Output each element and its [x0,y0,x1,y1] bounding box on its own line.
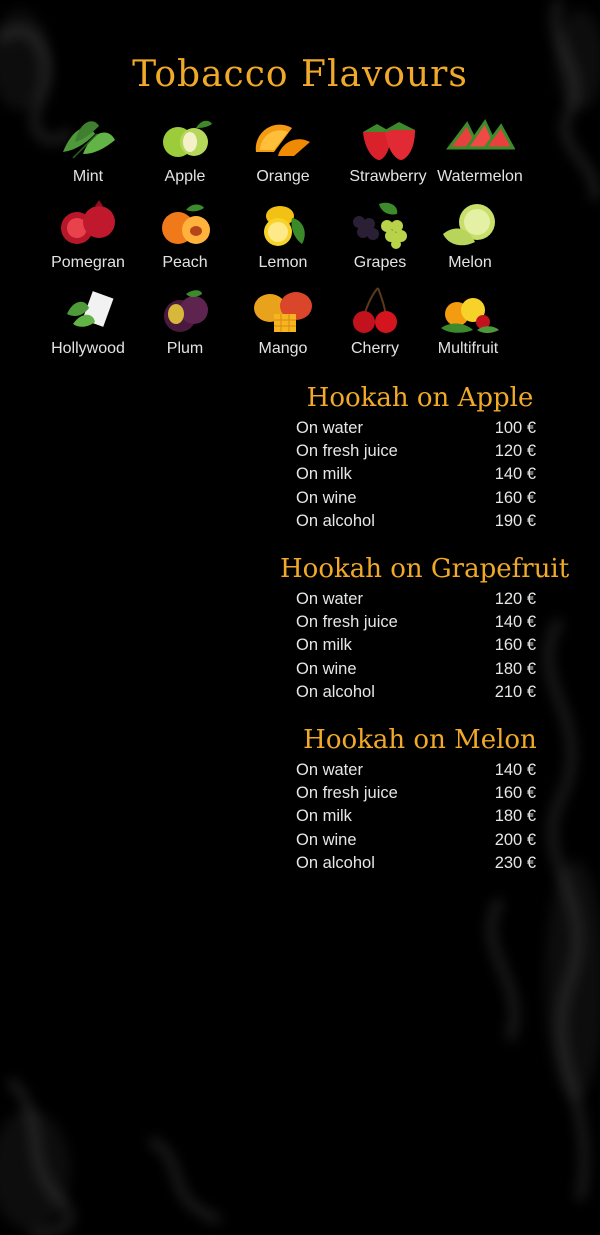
mint-icon [63,121,115,159]
flavour-item-mint: Mint [35,112,141,186]
lemon-icon [264,206,305,246]
price-value: 190 € [494,511,536,530]
flavour-row: Hollywood Plum Mango Cherry Multifruit [35,284,565,370]
apple-icon [163,120,212,157]
flavour-item-lemon: Lemon [230,198,336,272]
price-item-name: On fresh juice [296,442,398,461]
price-row: On alcohol 210 € [280,683,560,706]
price-value: 160 € [494,636,536,655]
price-item-name: On milk [296,465,352,484]
flavour-item-peach: Peach [132,198,238,272]
flavour-row: Pomegran Peach Lemon Grapes Melon [35,198,565,284]
price-item-name: On water [296,761,363,779]
flavour-label: Multifruit [437,340,499,357]
flavour-label: Melon [448,254,492,271]
flavour-label: Plum [166,340,204,357]
price-row: On water 140 € [280,761,560,784]
flavour-item-watermelon: Watermelon [427,112,533,186]
page-title: Tobacco Flavours [132,54,468,95]
flavour-item-hollywood: Hollywood [35,284,141,358]
price-row: On milk 140 € [280,465,560,488]
price-section-grapefruit: Hookah on Grapefruit On water 120 € On fr… [280,554,570,706]
price-item-name: On fresh juice [296,613,398,632]
flavour-label: Lemon [258,254,308,271]
price-section-apple: Hookah on Apple On water 100 € On fresh j… [280,383,560,535]
flavour-item-melon: Melon [417,198,523,272]
peach-icon [162,204,210,244]
price-value: 210 € [494,682,536,701]
price-row: On alcohol 230 € [280,854,560,877]
flavour-row: Mint Apple Orange Strawberry Watermelon [35,112,565,198]
price-row: On fresh juice 120 € [280,442,560,465]
price-row: On milk 180 € [280,807,560,830]
watermelon-icon [446,118,515,150]
flavour-item-multifruit: Multifruit [415,284,521,358]
price-value: 200 € [494,830,536,849]
section-title: Hookah on Grapefruit [280,554,570,584]
pomegranate-icon [61,200,115,244]
section-title: Hookah on Apple [306,383,534,413]
flavour-item-plum: Plum [132,284,238,358]
strawberry-icon [363,122,415,160]
flavour-label: Mint [72,168,104,185]
grapes-icon [353,202,407,249]
orange-icon [255,124,310,156]
flavour-label: Hollywood [51,340,125,357]
multifruit-icon [441,298,499,333]
price-item-name: On fresh juice [296,784,398,803]
price-row: On fresh juice 160 € [280,784,560,807]
flavour-label: Pomegran [51,254,125,271]
flavour-label: Orange [256,168,310,185]
price-value: 140 € [494,465,536,484]
price-row: On water 100 € [280,419,560,442]
price-value: 140 € [494,613,536,632]
flavour-item-pomegranate: Pomegran [35,198,141,272]
price-value: 160 € [494,784,536,803]
flavour-item-apple: Apple [132,112,238,186]
price-item-name: On wine [296,659,357,678]
price-item-name: On water [296,419,363,437]
price-row: On wine 180 € [280,660,560,683]
flavour-item-orange: Orange [230,112,336,186]
flavour-grid: Mint Apple Orange Strawberry Watermelon … [35,112,565,370]
cherry-icon [353,287,397,333]
flavour-label: Apple [164,168,206,185]
flavour-item-mango: Mango [230,284,336,358]
price-row: On milk 160 € [280,636,560,659]
price-row: On alcohol 190 € [280,512,560,535]
price-item-name: On alcohol [296,682,375,701]
price-item-name: On wine [296,830,357,849]
melon-icon [443,204,495,246]
price-item-name: On water [296,590,363,608]
price-row: On water 120 € [280,590,560,613]
plum-icon [164,290,208,332]
price-section-melon: Hookah on Melon On water 140 € On fresh j… [280,725,560,877]
price-item-name: On alcohol [296,853,375,872]
price-value: 180 € [494,807,536,826]
price-value: 100 € [494,419,536,437]
price-value: 120 € [494,590,536,608]
price-row: On fresh juice 140 € [280,613,560,636]
price-value: 160 € [494,488,536,507]
price-value: 120 € [494,442,536,461]
price-row: On wine 160 € [280,489,560,512]
section-title: Hookah on Melon [303,725,537,755]
flavour-label: Peach [162,254,208,271]
flavour-item-strawberry: Strawberry [335,112,441,186]
flavour-label: Mango [258,340,308,357]
flavour-label: Watermelon [437,168,523,185]
price-item-name: On milk [296,807,352,826]
price-item-name: On wine [296,488,357,507]
flavour-item-cherry: Cherry [322,284,428,358]
price-row: On wine 200 € [280,831,560,854]
mango-icon [254,292,312,332]
price-item-name: On alcohol [296,511,375,530]
price-value: 140 € [494,761,536,779]
flavour-label: Strawberry [349,168,427,185]
price-value: 230 € [494,853,536,872]
hollywood-gum-icon [67,291,114,327]
flavour-label: Cherry [350,340,399,357]
price-value: 180 € [494,659,536,678]
price-item-name: On milk [296,636,352,655]
